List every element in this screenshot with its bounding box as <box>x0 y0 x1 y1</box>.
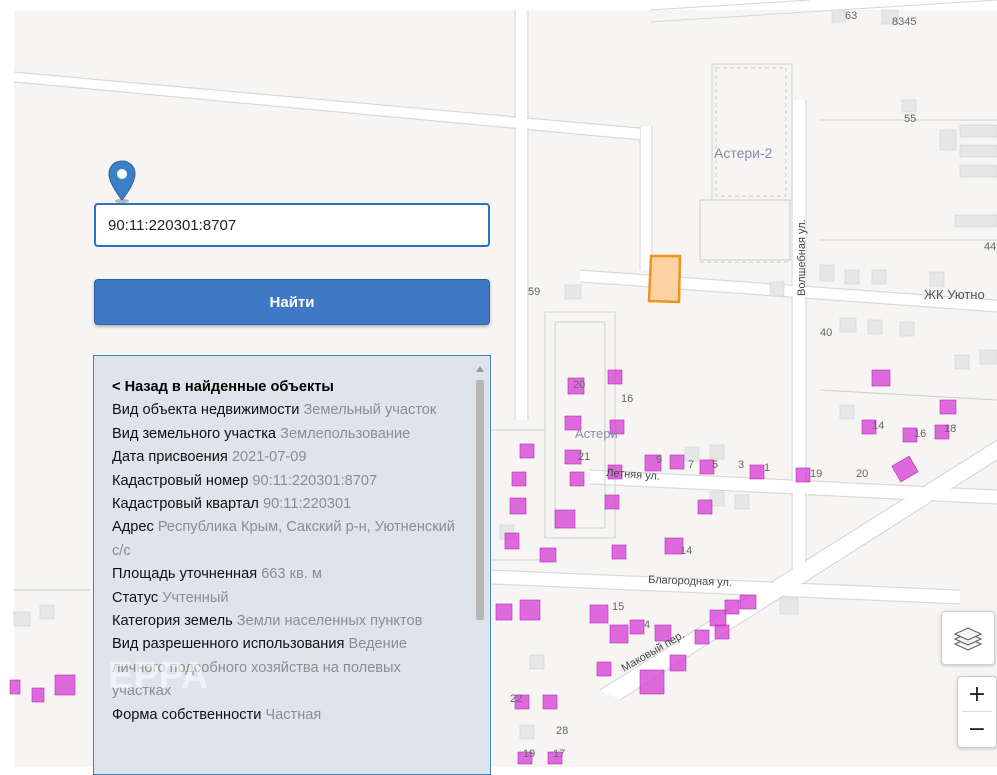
info-value: Земельный участок <box>303 402 437 419</box>
info-label: Вид объекта недвижимости <box>112 402 300 419</box>
info-label: Статус <box>112 589 159 606</box>
info-row-cadastral-quarter: Кадастровый квартал 90:11:220301 <box>112 493 460 516</box>
info-value: Частная <box>265 706 322 723</box>
house-number: 19 <box>523 748 535 760</box>
house-number: 16 <box>621 393 633 405</box>
info-row-parcel-type: Вид земельного участка Землепользование <box>112 423 460 446</box>
info-row-land-category: Категория земель Земли населенных пункто… <box>112 610 460 633</box>
house-number: 63 <box>845 10 857 22</box>
info-value: Республика Крым, Сакский р-н, Уютненский… <box>112 519 455 559</box>
street-label: Волшебная ул. <box>796 219 808 296</box>
house-number: 15 <box>612 601 624 613</box>
info-label: Форма собственности <box>112 706 262 723</box>
info-row-object-type: Вид объекта недвижимости Земельный участ… <box>112 399 460 422</box>
info-row-ownership: Форма собственности Частная <box>112 704 460 727</box>
info-value: Землепользование <box>280 425 411 442</box>
info-label: Категория земель <box>112 613 233 630</box>
area-label: Астери <box>575 426 618 441</box>
house-number: 16 <box>914 428 926 440</box>
house-number: 3 <box>738 459 744 471</box>
layers-icon <box>953 627 983 651</box>
info-label: Кадастровый квартал <box>112 496 259 513</box>
house-number: 1 <box>764 462 770 474</box>
house-number: 59 <box>528 286 540 298</box>
panel-scrollbar[interactable] <box>474 362 486 774</box>
house-number: 7 <box>688 459 694 471</box>
area-label: Астери-2 <box>714 145 773 161</box>
zoom-control: + − <box>957 676 997 748</box>
house-number: 22 <box>510 693 522 705</box>
area-label: ЖК Уютно <box>924 287 985 302</box>
house-number: 14 <box>872 420 884 432</box>
back-to-results-link[interactable]: < Назад в найденные объекты <box>112 376 460 399</box>
house-number: 4 <box>644 619 650 631</box>
map-marker-icon <box>108 160 136 204</box>
info-row-cadastral-number: Кадастровый номер 90:11:220301:8707 <box>112 470 460 493</box>
info-label: Вид земельного участка <box>112 425 277 442</box>
house-number: 55 <box>904 113 916 125</box>
info-row-area: Площадь уточненная 663 кв. м <box>112 563 460 586</box>
info-value: 90:11:220301 <box>263 496 352 513</box>
house-number: 17 <box>553 748 565 760</box>
house-number: 8345 <box>892 16 916 28</box>
house-number: 5 <box>712 459 718 471</box>
info-row-address: Адрес Республика Крым, Сакский р-н, Уютн… <box>112 516 460 563</box>
zoom-out-button[interactable]: − <box>958 712 996 746</box>
info-value: 663 кв. м <box>261 566 322 583</box>
house-number: 18 <box>944 423 956 435</box>
house-number: 28 <box>556 725 568 737</box>
object-info-panel: < Назад в найденные объекты Вид объекта … <box>93 355 491 775</box>
layers-button[interactable] <box>941 611 995 665</box>
zoom-in-button[interactable]: + <box>958 677 996 711</box>
info-row-assignment-date: Дата присвоения 2021-07-09 <box>112 446 460 469</box>
house-number: 20 <box>856 468 868 480</box>
info-value: Земли населенных пунктов <box>236 613 423 630</box>
info-label: Вид разрешенного использования <box>112 636 345 653</box>
scroll-thumb[interactable] <box>476 380 484 620</box>
info-label: Площадь уточненная <box>112 566 258 583</box>
house-number: 9 <box>656 454 662 466</box>
house-number: 20 <box>573 379 585 391</box>
info-label: Адрес <box>112 519 154 536</box>
info-value: 90:11:220301:8707 <box>252 472 378 489</box>
house-number: 40 <box>820 327 832 339</box>
scroll-up-icon[interactable] <box>476 366 484 372</box>
house-number: 19 <box>810 468 822 480</box>
house-number: 21 <box>578 451 590 463</box>
info-label: Дата присвоения <box>112 449 228 466</box>
cadastral-search-input[interactable] <box>94 203 490 247</box>
info-label: Кадастровый номер <box>112 472 249 489</box>
find-button[interactable]: Найти <box>94 279 490 325</box>
info-row-permitted-use: Вид разрешенного использования Ведение л… <box>112 633 460 703</box>
info-row-status: Статус Учтенный <box>112 587 460 610</box>
house-number: 14 <box>680 545 692 557</box>
house-number: 44 <box>984 241 996 253</box>
info-value: Учтенный <box>162 589 229 606</box>
info-value: 2021-07-09 <box>231 449 307 466</box>
